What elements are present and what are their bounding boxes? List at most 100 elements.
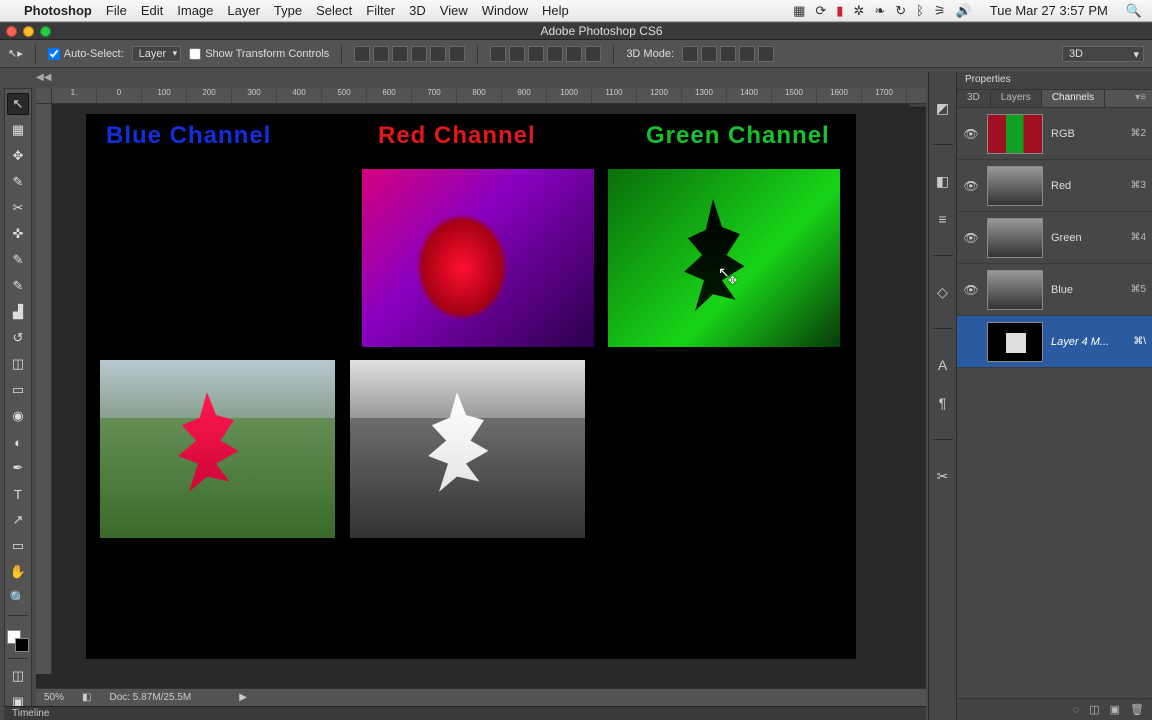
channel-thumbnail[interactable] (987, 166, 1043, 206)
canvas-viewport[interactable]: Blue Channel Red Channel Green Channel ↖ (52, 104, 910, 674)
visibility-toggle-icon[interactable]: 👁 (963, 283, 979, 297)
distribute-left-icon[interactable] (547, 46, 563, 62)
3d-scale-icon[interactable] (758, 46, 774, 62)
volume-icon[interactable]: 🔊 (956, 3, 972, 19)
image-red-channel[interactable] (362, 169, 594, 347)
menu-edit[interactable]: Edit (141, 3, 163, 18)
channel-thumbnail[interactable] (987, 322, 1043, 362)
gradient-tool[interactable]: ▭ (7, 379, 29, 401)
status-preview-icon[interactable]: ◧ (82, 692, 91, 703)
ruler-origin[interactable] (36, 88, 52, 104)
delete-channel-icon[interactable]: 🗑 (1130, 703, 1144, 716)
save-selection-icon[interactable]: ◫ (1089, 703, 1099, 716)
timeline-panel-tab[interactable]: Timeline (4, 706, 926, 720)
stamp-tool[interactable]: ▟ (7, 301, 29, 323)
lasso-tool[interactable]: ✥ (7, 145, 29, 167)
tab-3d[interactable]: 3D (957, 90, 991, 107)
blur-tool[interactable]: ◉ (7, 405, 29, 427)
align-left-icon[interactable] (411, 46, 427, 62)
hand-tool[interactable]: ✋ (7, 561, 29, 583)
3d-slide-icon[interactable] (739, 46, 755, 62)
window-zoom-button[interactable] (40, 26, 51, 37)
app-name[interactable]: Photoshop (24, 3, 92, 18)
sync-icon[interactable]: ↻ (895, 3, 906, 19)
menubar-clock[interactable]: Tue Mar 27 3:57 PM (990, 3, 1108, 18)
new-channel-icon[interactable]: ▣ (1110, 703, 1120, 716)
shape-tool[interactable]: ▭ (7, 535, 29, 557)
move-tool[interactable]: ↖ (7, 93, 29, 115)
collapsed-panel-icon[interactable]: ✂ (933, 466, 953, 486)
channel-row-red[interactable]: 👁Red⌘3 (957, 160, 1152, 212)
crop-tool[interactable]: ✂ (7, 197, 29, 219)
properties-panel-tab[interactable]: Properties (957, 72, 1152, 90)
collapsed-character-icon[interactable]: A (933, 355, 953, 375)
image-green-channel[interactable] (608, 169, 840, 347)
vertical-ruler[interactable] (36, 104, 52, 674)
load-selection-icon[interactable]: ◌ (1073, 704, 1080, 716)
channel-row-blue[interactable]: 👁Blue⌘5 (957, 264, 1152, 316)
channel-thumbnail[interactable] (987, 270, 1043, 310)
menu-window[interactable]: Window (482, 3, 528, 18)
zoom-level[interactable]: 50% (44, 692, 64, 703)
status-disclosure-icon[interactable]: ▶ (239, 692, 247, 703)
wifi-icon[interactable]: ⚞ (934, 3, 946, 19)
quick-select-tool[interactable]: ✎ (7, 171, 29, 193)
menu-select[interactable]: Select (316, 3, 352, 18)
quick-mask-toggle[interactable]: ◫ (7, 665, 29, 687)
evernote-icon[interactable]: ❧ (874, 3, 885, 19)
channel-thumbnail[interactable] (987, 218, 1043, 258)
bluetooth-icon[interactable]: ᛒ (916, 3, 924, 18)
pen-tool[interactable]: ✒ (7, 457, 29, 479)
channel-row-green[interactable]: 👁Green⌘4 (957, 212, 1152, 264)
visibility-toggle-icon[interactable]: 👁 (963, 231, 979, 245)
spotlight-icon[interactable]: 🔍 (1126, 3, 1142, 19)
distribute-top-icon[interactable] (490, 46, 506, 62)
collapsed-panel-icon[interactable]: ◩ (933, 98, 953, 118)
type-tool[interactable]: T (7, 483, 29, 505)
align-top-icon[interactable] (354, 46, 370, 62)
distribute-bottom-icon[interactable] (528, 46, 544, 62)
brush-tool[interactable]: ✎ (7, 275, 29, 297)
visibility-toggle-icon[interactable]: 👁 (963, 179, 979, 193)
visibility-toggle-icon[interactable]: 👁 (963, 127, 979, 141)
collapsed-panel-icon[interactable]: ≡ (933, 209, 953, 229)
auto-select-target-dropdown[interactable]: Layer (132, 46, 182, 62)
window-minimize-button[interactable] (23, 26, 34, 37)
show-transform-checkbox[interactable]: Show Transform Controls (189, 48, 329, 60)
dropbox-icon[interactable]: ⟳ (815, 3, 826, 19)
distribute-right-icon[interactable] (585, 46, 601, 62)
workspace-switcher[interactable]: 3D (1062, 46, 1144, 62)
spaces-icon[interactable]: ▦ (793, 3, 805, 19)
align-hcenter-icon[interactable] (430, 46, 446, 62)
color-swatches[interactable] (7, 630, 29, 652)
menu-layer[interactable]: Layer (227, 3, 260, 18)
eraser-tool[interactable]: ◫ (7, 353, 29, 375)
tab-channels[interactable]: Channels (1042, 90, 1105, 107)
align-bottom-icon[interactable] (392, 46, 408, 62)
menu-view[interactable]: View (440, 3, 468, 18)
distribute-hcenter-icon[interactable] (566, 46, 582, 62)
document-canvas[interactable]: Blue Channel Red Channel Green Channel ↖ (86, 114, 856, 659)
menu-3d[interactable]: 3D (409, 3, 426, 18)
dodge-tool[interactable]: ◐ (7, 431, 29, 453)
panel-menu-icon[interactable]: ▾≡ (1129, 90, 1152, 107)
menu-extra-icon[interactable]: ✲ (853, 3, 864, 19)
tab-scroll-left-icon[interactable]: ◀◀ (36, 72, 51, 83)
align-right-icon[interactable] (449, 46, 465, 62)
tab-layers[interactable]: Layers (991, 90, 1042, 107)
menu-file[interactable]: File (106, 3, 127, 18)
eyedropper-tool[interactable]: ✜ (7, 223, 29, 245)
background-color[interactable] (15, 638, 29, 652)
zoom-tool[interactable]: 🔍 (7, 587, 29, 609)
marquee-tool[interactable]: ▦ (7, 119, 29, 141)
3d-rotate-icon[interactable] (682, 46, 698, 62)
image-grayscale[interactable] (350, 360, 585, 538)
doc-size[interactable]: Doc: 5.87M/25.5M (109, 692, 191, 703)
channel-thumbnail[interactable] (987, 114, 1043, 154)
menu-image[interactable]: Image (177, 3, 213, 18)
collapsed-paragraph-icon[interactable]: ¶ (933, 393, 953, 413)
3d-roll-icon[interactable] (701, 46, 717, 62)
battery-icon[interactable]: ▮ (836, 3, 843, 19)
collapsed-panel-icon[interactable]: ◇ (933, 282, 953, 302)
channel-row-rgb[interactable]: 👁RGB⌘2 (957, 108, 1152, 160)
